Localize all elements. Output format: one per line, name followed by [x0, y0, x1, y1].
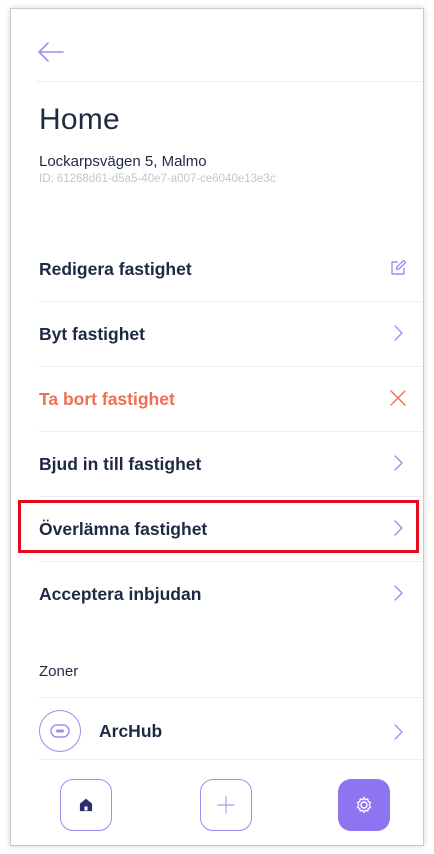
nav-settings-button[interactable] — [338, 779, 390, 831]
chevron-right-icon — [394, 585, 403, 601]
menu-item-transfer-property[interactable]: Överlämna fastighet — [39, 497, 423, 562]
gear-icon — [356, 796, 372, 814]
home-icon — [79, 798, 93, 812]
back-button[interactable] — [37, 41, 65, 63]
menu-item-label: Redigera fastighet — [39, 259, 192, 279]
hub-device-icon — [50, 724, 70, 738]
menu-item-label: Acceptera inbjudan — [39, 584, 202, 604]
nav-add-button[interactable] — [200, 779, 252, 831]
close-icon — [390, 390, 406, 406]
app-screen: Home Lockarpsvägen 5, Malmo ID: 61268d61… — [10, 8, 424, 846]
nav-home-button[interactable] — [60, 779, 112, 831]
menu-item-delete-property[interactable]: Ta bort fastighet — [39, 367, 423, 432]
menu-item-switch-property[interactable]: Byt fastighet — [39, 302, 423, 367]
edit-icon — [391, 259, 407, 275]
menu-item-label: Bjud in till fastighet — [39, 454, 202, 474]
chevron-right-icon — [394, 325, 403, 341]
zone-avatar — [39, 710, 81, 752]
menu-item-label: Överlämna fastighet — [39, 519, 208, 539]
header-divider — [37, 81, 423, 82]
menu-item-invite-to-property[interactable]: Bjud in till fastighet — [39, 432, 423, 497]
zones-divider — [39, 697, 423, 698]
menu-item-accept-invitation[interactable]: Acceptera inbjudan — [39, 562, 423, 627]
chevron-right-icon — [394, 520, 403, 536]
menu-item-edit-property[interactable]: Redigera fastighet — [39, 237, 423, 302]
zones-bottom-divider — [39, 759, 423, 760]
zone-item-archub[interactable]: ArcHub — [39, 703, 423, 759]
page-title: Home — [39, 103, 120, 136]
chevron-right-icon — [394, 724, 403, 740]
menu-item-label: Ta bort fastighet — [39, 389, 175, 409]
arrow-left-icon — [38, 42, 64, 62]
chevron-right-icon — [394, 455, 403, 471]
property-address: Lockarpsvägen 5, Malmo — [39, 153, 207, 170]
property-menu: Redigera fastighet Byt fastighet Ta bort… — [39, 237, 423, 627]
property-id: ID: 61268d61-d5a5-40e7-a007-ce6040e13e3c — [39, 173, 276, 185]
menu-item-label: Byt fastighet — [39, 324, 145, 344]
plus-icon — [217, 796, 235, 814]
zones-heading: Zoner — [39, 663, 79, 680]
zone-name: ArcHub — [99, 721, 163, 741]
bottom-nav — [11, 761, 423, 845]
